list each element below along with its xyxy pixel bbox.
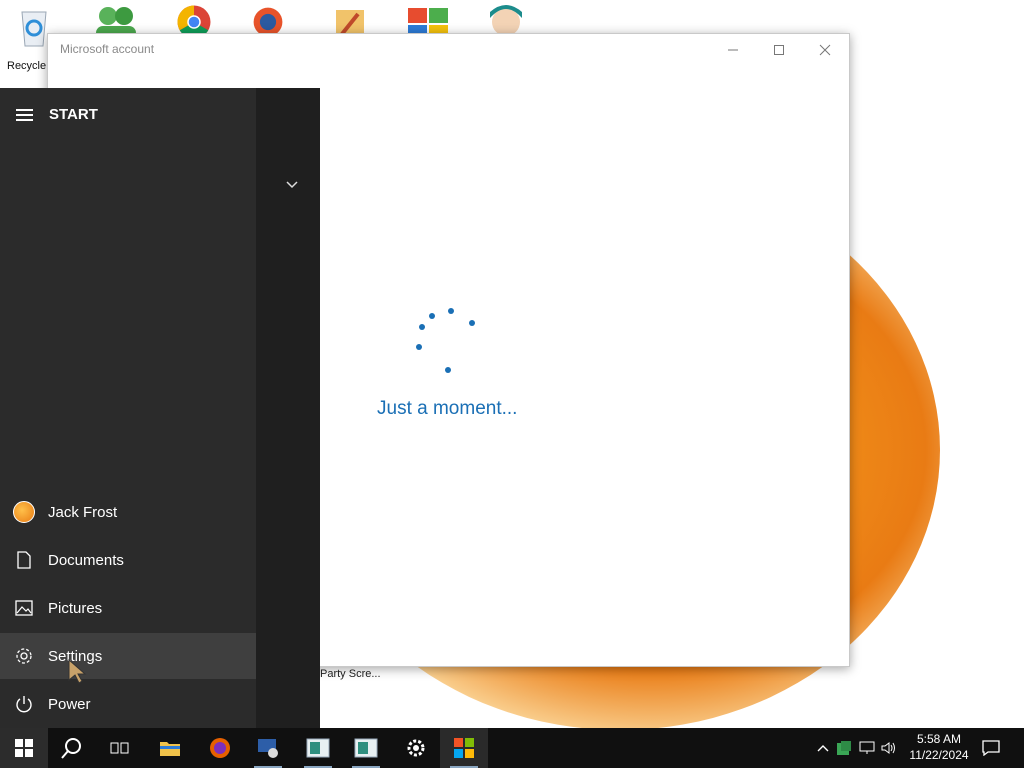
task-view-icon — [110, 742, 129, 754]
defender-tray-icon[interactable] — [832, 740, 856, 756]
start-item-label: Pictures — [48, 599, 103, 617]
window-title: Microsoft account — [60, 42, 155, 56]
loading-status-text: Just a moment... — [377, 398, 518, 419]
start-item-power[interactable]: Power — [0, 681, 256, 727]
firefox-icon — [210, 738, 230, 758]
desktop-icon-label[interactable]: Party Scre... — [320, 668, 381, 680]
start-item-label: Power — [48, 695, 91, 713]
start-button[interactable] — [0, 728, 48, 768]
minimize-icon — [728, 49, 738, 51]
close-icon — [819, 44, 831, 56]
loading-spinner — [408, 302, 488, 382]
window-app-icon — [354, 738, 378, 758]
clock-date: 11/22/2024 — [909, 748, 969, 762]
maximize-icon — [774, 45, 784, 55]
network-icon[interactable] — [856, 741, 878, 755]
close-button[interactable] — [802, 34, 848, 66]
windows-logo-icon — [15, 739, 33, 757]
recycle-bin-label: Recycle — [7, 60, 47, 72]
notification-icon — [982, 740, 1000, 756]
taskbar-settings[interactable] — [392, 728, 440, 768]
gear-icon — [0, 647, 48, 665]
pictures-icon — [0, 600, 48, 616]
task-view-button[interactable] — [96, 728, 144, 768]
start-item-documents[interactable]: Documents — [0, 537, 256, 583]
taskbar-firefox[interactable] — [196, 728, 244, 768]
taskbar-app-3[interactable] — [342, 728, 390, 768]
start-item-pictures[interactable]: Pictures — [0, 585, 256, 631]
taskbar: 5:58 AM 11/22/2024 — [0, 728, 1024, 768]
action-center-button[interactable] — [968, 728, 1014, 768]
start-title: START — [49, 106, 98, 123]
start-menu[interactable]: START Jack Frost Documents Pictures Sett… — [0, 88, 320, 728]
taskbar-clock[interactable]: 5:58 AM 11/22/2024 — [904, 731, 974, 763]
volume-icon[interactable] — [878, 741, 900, 755]
system-tray — [814, 728, 900, 768]
chevron-up-icon[interactable] — [814, 744, 832, 752]
user-name: Jack Frost — [48, 503, 118, 521]
start-item-settings[interactable]: Settings — [0, 633, 256, 679]
clock-time: 5:58 AM — [916, 732, 962, 746]
gear-icon — [407, 739, 425, 757]
avatar — [13, 501, 35, 523]
start-item-label: Documents — [48, 551, 124, 569]
search-icon — [61, 738, 81, 759]
mouse-cursor-icon — [66, 658, 88, 689]
start-user-account[interactable]: Jack Frost — [0, 489, 256, 535]
hamburger-icon[interactable] — [16, 108, 33, 122]
minimize-button[interactable] — [710, 34, 756, 66]
maximize-button[interactable] — [756, 34, 802, 66]
folder-icon — [160, 742, 180, 756]
computer-icon — [258, 739, 278, 758]
window-app-icon — [306, 738, 330, 758]
power-icon — [0, 695, 48, 713]
start-menu-sidebar — [0, 88, 256, 728]
start-header[interactable]: START — [16, 106, 98, 123]
chevron-down-icon[interactable] — [286, 176, 298, 194]
search-button[interactable] — [48, 728, 96, 768]
taskbar-app-2[interactable] — [294, 728, 342, 768]
document-icon — [0, 551, 48, 569]
taskbar-file-explorer[interactable] — [146, 728, 194, 768]
taskbar-app-1[interactable] — [244, 728, 292, 768]
microsoft-logo-icon — [454, 738, 474, 758]
taskbar-microsoft-store[interactable] — [440, 728, 488, 768]
